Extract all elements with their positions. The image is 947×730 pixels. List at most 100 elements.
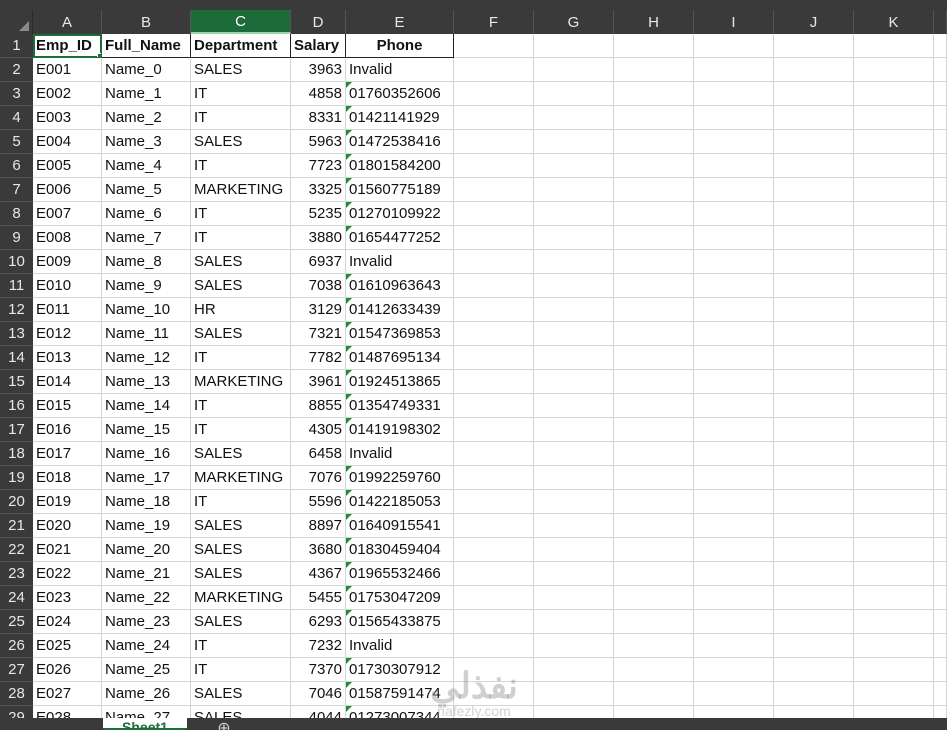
cell-salary[interactable]: 7723 xyxy=(291,154,346,178)
cell-emp-id[interactable]: E023 xyxy=(33,586,102,610)
row-header[interactable]: 8 xyxy=(0,202,33,226)
row-header[interactable]: 18 xyxy=(0,442,33,466)
cell-empty[interactable] xyxy=(614,274,694,298)
cell-empty[interactable] xyxy=(694,226,774,250)
cell-empty[interactable] xyxy=(614,250,694,274)
cell-phone[interactable]: 01610963643 xyxy=(346,274,454,298)
cell-empty[interactable] xyxy=(694,610,774,634)
cell-empty[interactable] xyxy=(854,154,934,178)
cell-empty[interactable] xyxy=(934,130,947,154)
cell-empty[interactable] xyxy=(854,394,934,418)
cell-salary[interactable]: 7038 xyxy=(291,274,346,298)
cell-emp-id[interactable]: E027 xyxy=(33,682,102,706)
cell-empty[interactable] xyxy=(934,34,947,58)
cell-empty[interactable] xyxy=(854,418,934,442)
cell-salary[interactable]: 3680 xyxy=(291,538,346,562)
cell-empty[interactable] xyxy=(614,490,694,514)
cell-salary[interactable]: 4858 xyxy=(291,82,346,106)
cell-empty[interactable] xyxy=(774,514,854,538)
cell-emp-id-header[interactable]: Emp_ID xyxy=(33,34,102,58)
cell-empty[interactable] xyxy=(534,562,614,586)
cell-empty[interactable] xyxy=(774,418,854,442)
row-header[interactable]: 29 xyxy=(0,706,33,718)
cell-empty[interactable] xyxy=(854,466,934,490)
cell-empty[interactable] xyxy=(934,634,947,658)
cell-department[interactable]: IT xyxy=(191,106,291,130)
cell-empty[interactable] xyxy=(934,106,947,130)
cell-empty[interactable] xyxy=(534,226,614,250)
cell-empty[interactable] xyxy=(694,682,774,706)
cell-empty[interactable] xyxy=(774,58,854,82)
cell-empty[interactable] xyxy=(774,34,854,58)
cell-salary[interactable]: 3325 xyxy=(291,178,346,202)
cell-empty[interactable] xyxy=(694,466,774,490)
cell-full-name[interactable]: Name_18 xyxy=(102,490,191,514)
row-header[interactable]: 11 xyxy=(0,274,33,298)
cell-empty[interactable] xyxy=(694,562,774,586)
row-header[interactable]: 7 xyxy=(0,178,33,202)
cell-phone[interactable]: 01992259760 xyxy=(346,466,454,490)
cell-empty[interactable] xyxy=(534,154,614,178)
cell-salary[interactable]: 8331 xyxy=(291,106,346,130)
cell-empty[interactable] xyxy=(694,706,774,718)
error-indicator-icon[interactable] xyxy=(346,346,352,352)
error-indicator-icon[interactable] xyxy=(346,394,352,400)
column-header-i[interactable]: I xyxy=(694,10,774,34)
cell-empty[interactable] xyxy=(694,514,774,538)
cell-empty[interactable] xyxy=(534,178,614,202)
error-indicator-icon[interactable] xyxy=(346,418,352,424)
cell-empty[interactable] xyxy=(454,490,534,514)
cell-salary[interactable]: 4305 xyxy=(291,418,346,442)
cell-emp-id[interactable]: E009 xyxy=(33,250,102,274)
cell-empty[interactable] xyxy=(454,322,534,346)
cell-department[interactable]: SALES xyxy=(191,442,291,466)
cell-full-name[interactable]: Name_9 xyxy=(102,274,191,298)
cell-empty[interactable] xyxy=(454,538,534,562)
cell-empty[interactable] xyxy=(694,178,774,202)
cell-empty[interactable] xyxy=(454,106,534,130)
cell-salary[interactable]: 7232 xyxy=(291,634,346,658)
cell-empty[interactable] xyxy=(774,346,854,370)
cell-empty[interactable] xyxy=(774,538,854,562)
column-header-c[interactable]: C xyxy=(191,10,291,34)
column-header-d[interactable]: D xyxy=(291,10,346,34)
error-indicator-icon[interactable] xyxy=(346,586,352,592)
error-indicator-icon[interactable] xyxy=(346,274,352,280)
cell-empty[interactable] xyxy=(854,586,934,610)
cell-salary[interactable]: 8897 xyxy=(291,514,346,538)
cell-empty[interactable] xyxy=(614,154,694,178)
cell-empty[interactable] xyxy=(614,82,694,106)
cell-salary[interactable]: 3129 xyxy=(291,298,346,322)
cell-empty[interactable] xyxy=(694,442,774,466)
cell-empty[interactable] xyxy=(694,370,774,394)
error-indicator-icon[interactable] xyxy=(346,226,352,232)
cell-empty[interactable] xyxy=(774,610,854,634)
cell-empty[interactable] xyxy=(614,202,694,226)
cell-empty[interactable] xyxy=(614,562,694,586)
cell-emp-id[interactable]: E018 xyxy=(33,466,102,490)
cell-empty[interactable] xyxy=(454,298,534,322)
cell-empty[interactable] xyxy=(614,586,694,610)
cell-emp-id[interactable]: E002 xyxy=(33,82,102,106)
cell-department[interactable]: SALES xyxy=(191,562,291,586)
cell-empty[interactable] xyxy=(454,370,534,394)
cell-salary[interactable]: 8855 xyxy=(291,394,346,418)
cell-empty[interactable] xyxy=(934,562,947,586)
cell-empty[interactable] xyxy=(774,706,854,718)
row-header[interactable]: 9 xyxy=(0,226,33,250)
cell-empty[interactable] xyxy=(854,658,934,682)
cell-empty[interactable] xyxy=(774,586,854,610)
cell-salary[interactable]: 7046 xyxy=(291,682,346,706)
cell-phone[interactable]: 01640915541 xyxy=(346,514,454,538)
cell-empty[interactable] xyxy=(854,178,934,202)
cell-emp-id[interactable]: E016 xyxy=(33,418,102,442)
cell-phone[interactable]: 01487695134 xyxy=(346,346,454,370)
column-header-g[interactable]: G xyxy=(534,10,614,34)
cell-empty[interactable] xyxy=(614,466,694,490)
cell-emp-id[interactable]: E015 xyxy=(33,394,102,418)
cell-phone[interactable]: Invalid xyxy=(346,634,454,658)
cell-empty[interactable] xyxy=(854,706,934,718)
cell-empty[interactable] xyxy=(614,178,694,202)
cell-empty[interactable] xyxy=(454,394,534,418)
cell-empty[interactable] xyxy=(934,370,947,394)
